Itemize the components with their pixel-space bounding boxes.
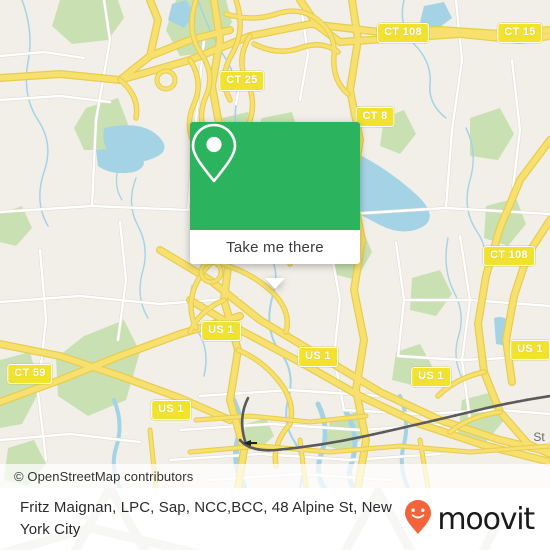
map-attribution-bar: © OpenStreetMap contributors	[0, 464, 550, 488]
road-shield: CT 108	[483, 246, 535, 266]
callout-header	[190, 122, 360, 230]
moovit-pin-smile-icon	[405, 499, 432, 539]
take-me-there-label: Take me there	[226, 238, 324, 256]
footer-bar: Fritz Maignan, LPC, Sap, NCC,BCC, 48 Alp…	[0, 488, 550, 550]
road-shield: US 1	[151, 400, 191, 420]
osm-attribution-text: © OpenStreetMap contributors	[14, 468, 194, 484]
callout-pointer	[265, 278, 285, 289]
moovit-wordmark: moovit	[437, 502, 535, 537]
road-shield: CT 15	[497, 23, 543, 43]
road-shield: CT 59	[7, 364, 53, 384]
moovit-brand[interactable]: moovit	[405, 499, 535, 539]
road-shield: US 1	[411, 367, 451, 387]
location-callout[interactable]: Take me there	[190, 122, 360, 289]
road-shield: CT 108	[377, 23, 429, 43]
road-shield: US 1	[201, 321, 241, 341]
road-shield: CT 8	[355, 107, 395, 127]
road-shield: US 1	[298, 347, 338, 367]
road-shield: CT 25	[219, 71, 265, 91]
map-share-card: .w{fill:#a5d3e6} .wl{fill:none;stroke:#a…	[0, 0, 550, 550]
map-street-label: St	[533, 430, 545, 444]
road-shield: US 1	[510, 340, 550, 360]
place-title: Fritz Maignan, LPC, Sap, NCC,BCC, 48 Alp…	[20, 499, 392, 538]
take-me-there-button[interactable]: Take me there	[190, 230, 360, 264]
map-canvas[interactable]: .w{fill:#a5d3e6} .wl{fill:none;stroke:#a…	[0, 0, 550, 488]
